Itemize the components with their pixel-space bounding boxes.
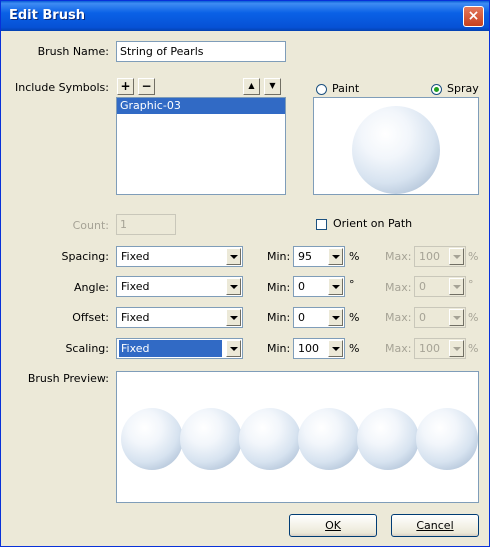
offset-max-value: 0 bbox=[419, 311, 426, 324]
add-symbol-button[interactable]: + bbox=[117, 78, 134, 95]
scaling-max-label: Max: bbox=[385, 342, 412, 355]
orient-on-path-label: Orient on Path bbox=[333, 217, 413, 230]
spacing-mode-value: Fixed bbox=[121, 250, 150, 263]
spacing-label: Spacing: bbox=[61, 250, 109, 263]
spacing-max-unit: % bbox=[468, 250, 479, 263]
list-item[interactable]: Graphic-03 bbox=[117, 98, 285, 114]
spacing-min-label: Min: bbox=[267, 250, 291, 263]
ok-button-label: OK bbox=[325, 519, 341, 532]
count-label: Count: bbox=[72, 219, 109, 232]
window-title: Edit Brush bbox=[9, 8, 85, 23]
remove-symbol-button[interactable]: − bbox=[138, 78, 155, 95]
scaling-min-select[interactable]: 100 bbox=[293, 338, 345, 359]
count-input[interactable]: 1 bbox=[116, 214, 176, 235]
spacing-min-value: 95 bbox=[298, 250, 312, 263]
preview-pearl bbox=[357, 408, 419, 470]
include-symbols-label: Include Symbols: bbox=[15, 81, 109, 94]
chevron-down-icon[interactable] bbox=[226, 340, 241, 357]
scaling-label: Scaling: bbox=[65, 342, 109, 355]
offset-min-unit: % bbox=[349, 311, 360, 324]
brush-name-input[interactable]: String of Pearls bbox=[116, 41, 286, 62]
brush-preview-panel bbox=[116, 371, 479, 503]
chevron-down-icon[interactable] bbox=[328, 248, 343, 265]
brush-name-label: Brush Name: bbox=[37, 45, 109, 58]
angle-max-unit: ° bbox=[468, 278, 474, 291]
offset-max-select[interactable]: 0 bbox=[414, 307, 466, 328]
chevron-down-icon[interactable] bbox=[226, 248, 241, 265]
chevron-down-icon[interactable] bbox=[449, 278, 464, 295]
cancel-button[interactable]: Cancel bbox=[391, 514, 479, 537]
cancel-button-label: Cancel bbox=[416, 519, 454, 532]
offset-mode-value: Fixed bbox=[121, 311, 150, 324]
preview-pearl bbox=[298, 408, 360, 470]
angle-min-label: Min: bbox=[267, 281, 291, 294]
scaling-min-label: Min: bbox=[267, 342, 291, 355]
preview-pearl bbox=[121, 408, 183, 470]
scaling-min-unit: % bbox=[349, 342, 360, 355]
spacing-min-unit: % bbox=[349, 250, 360, 263]
angle-max-value: 0 bbox=[419, 280, 426, 293]
angle-mode-select[interactable]: Fixed bbox=[116, 276, 243, 297]
spray-radio[interactable] bbox=[431, 84, 442, 95]
angle-min-value: 0 bbox=[298, 280, 305, 293]
brush-preview-label: Brush Preview: bbox=[27, 372, 109, 385]
move-down-button[interactable]: ▼ bbox=[264, 78, 281, 95]
offset-max-unit: % bbox=[468, 311, 479, 324]
scaling-min-value: 100 bbox=[298, 342, 319, 355]
move-up-button[interactable]: ▲ bbox=[243, 78, 260, 95]
angle-min-unit: ° bbox=[349, 278, 355, 291]
spacing-max-select[interactable]: 100 bbox=[414, 246, 466, 267]
angle-label: Angle: bbox=[73, 281, 109, 294]
spray-label: Spray bbox=[447, 82, 479, 95]
angle-max-select[interactable]: 0 bbox=[414, 276, 466, 297]
chevron-down-icon[interactable] bbox=[449, 340, 464, 357]
title-bar[interactable]: Edit Brush × bbox=[1, 1, 489, 31]
symbol-preview-panel bbox=[313, 97, 479, 195]
chevron-down-icon[interactable] bbox=[328, 309, 343, 326]
ok-button[interactable]: OK bbox=[289, 514, 377, 537]
symbol-list[interactable]: Graphic-03 bbox=[116, 97, 286, 195]
angle-mode-value: Fixed bbox=[121, 280, 150, 293]
scaling-max-value: 100 bbox=[419, 342, 440, 355]
paint-label: Paint bbox=[332, 82, 360, 95]
offset-mode-select[interactable]: Fixed bbox=[116, 307, 243, 328]
chevron-down-icon[interactable] bbox=[226, 309, 241, 326]
scaling-max-select[interactable]: 100 bbox=[414, 338, 466, 359]
pearl-symbol-image bbox=[352, 106, 440, 194]
offset-min-value: 0 bbox=[298, 311, 305, 324]
angle-max-label: Max: bbox=[385, 281, 412, 294]
spacing-min-select[interactable]: 95 bbox=[293, 246, 345, 267]
preview-pearl bbox=[239, 408, 301, 470]
spacing-max-value: 100 bbox=[419, 250, 440, 263]
preview-pearl bbox=[416, 408, 478, 470]
offset-min-label: Min: bbox=[267, 311, 291, 324]
orient-on-path-checkbox[interactable] bbox=[316, 219, 327, 230]
spacing-max-label: Max: bbox=[385, 250, 412, 263]
offset-label: Offset: bbox=[72, 311, 109, 324]
offset-min-select[interactable]: 0 bbox=[293, 307, 345, 328]
chevron-down-icon[interactable] bbox=[449, 248, 464, 265]
chevron-down-icon[interactable] bbox=[226, 278, 241, 295]
chevron-down-icon[interactable] bbox=[328, 278, 343, 295]
edit-brush-dialog: Edit Brush × Brush Name: String of Pearl… bbox=[0, 0, 490, 547]
scaling-mode-value: Fixed bbox=[119, 340, 222, 357]
offset-max-label: Max: bbox=[385, 311, 412, 324]
chevron-down-icon[interactable] bbox=[328, 340, 343, 357]
scaling-max-unit: % bbox=[468, 342, 479, 355]
scaling-mode-select[interactable]: Fixed bbox=[116, 338, 243, 359]
angle-min-select[interactable]: 0 bbox=[293, 276, 345, 297]
spacing-mode-select[interactable]: Fixed bbox=[116, 246, 243, 267]
chevron-down-icon[interactable] bbox=[449, 309, 464, 326]
paint-radio[interactable] bbox=[316, 84, 327, 95]
close-icon[interactable]: × bbox=[463, 6, 484, 27]
preview-pearl bbox=[180, 408, 242, 470]
